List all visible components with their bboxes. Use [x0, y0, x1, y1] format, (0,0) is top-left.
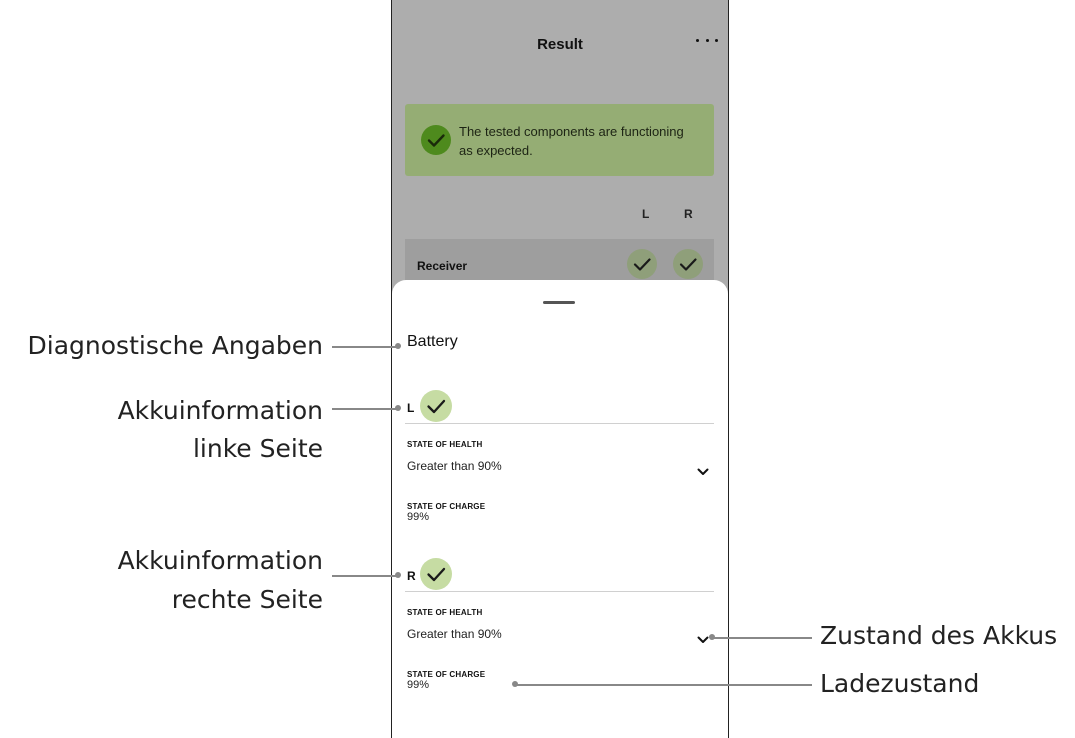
receiver-left-check-icon — [627, 249, 657, 279]
callout-left-line2: linke Seite — [192, 434, 323, 463]
left-side-label: L — [407, 401, 415, 415]
divider — [405, 423, 714, 424]
check-icon — [421, 125, 451, 155]
page-title: Result — [537, 36, 583, 53]
dimmed-background: Result The tested components are functio… — [392, 0, 728, 300]
result-banner: The tested components are functioning as… — [405, 104, 714, 176]
callout-left-line1: Akkuinformation — [117, 396, 323, 425]
leader-line — [515, 684, 812, 686]
left-check-icon — [420, 390, 452, 422]
callout-right-line2: rechte Seite — [171, 585, 323, 614]
leader-dot — [395, 405, 401, 411]
leader-dot — [395, 572, 401, 578]
left-health-label: STATE OF HEALTH — [407, 440, 483, 449]
left-battery-header: L — [392, 390, 728, 426]
callout-charge: Ladezustand — [820, 669, 980, 698]
leader-dot — [395, 343, 401, 349]
receiver-label: Receiver — [417, 259, 468, 273]
right-side-label: R — [407, 569, 416, 583]
column-left-header: L — [642, 207, 650, 221]
leader-line — [332, 408, 398, 410]
chevron-down-icon[interactable] — [697, 463, 709, 475]
banner-text: The tested components are functioning as… — [459, 124, 684, 158]
left-charge-value: 99% — [407, 511, 430, 523]
leader-line — [712, 637, 812, 639]
callout-diagnostics: Diagnostische Angaben — [27, 331, 323, 360]
right-health-value: Greater than 90% — [407, 627, 502, 641]
phone-screen: Result The tested components are functio… — [391, 0, 729, 738]
right-battery-header: R — [392, 558, 728, 594]
right-check-icon — [420, 558, 452, 590]
callout-right-line1: Akkuinformation — [117, 546, 323, 575]
column-right-header: R — [684, 207, 693, 221]
battery-bottom-sheet: Battery L STATE OF HEALTH Greater than 9… — [392, 280, 728, 738]
chevron-down-icon[interactable] — [697, 631, 709, 643]
leader-line — [332, 575, 398, 577]
right-charge-value: 99% — [407, 679, 430, 691]
more-options-icon[interactable] — [696, 34, 718, 46]
callout-health: Zustand des Akkus — [820, 621, 1058, 650]
leader-line — [332, 346, 398, 348]
receiver-right-check-icon — [673, 249, 703, 279]
left-charge-label: STATE OF CHARGE — [407, 502, 486, 511]
divider — [405, 591, 714, 592]
sheet-drag-handle[interactable] — [543, 301, 575, 304]
left-health-value: Greater than 90% — [407, 459, 502, 473]
right-health-label: STATE OF HEALTH — [407, 608, 483, 617]
right-charge-label: STATE OF CHARGE — [407, 670, 486, 679]
sheet-title: Battery — [407, 333, 458, 350]
